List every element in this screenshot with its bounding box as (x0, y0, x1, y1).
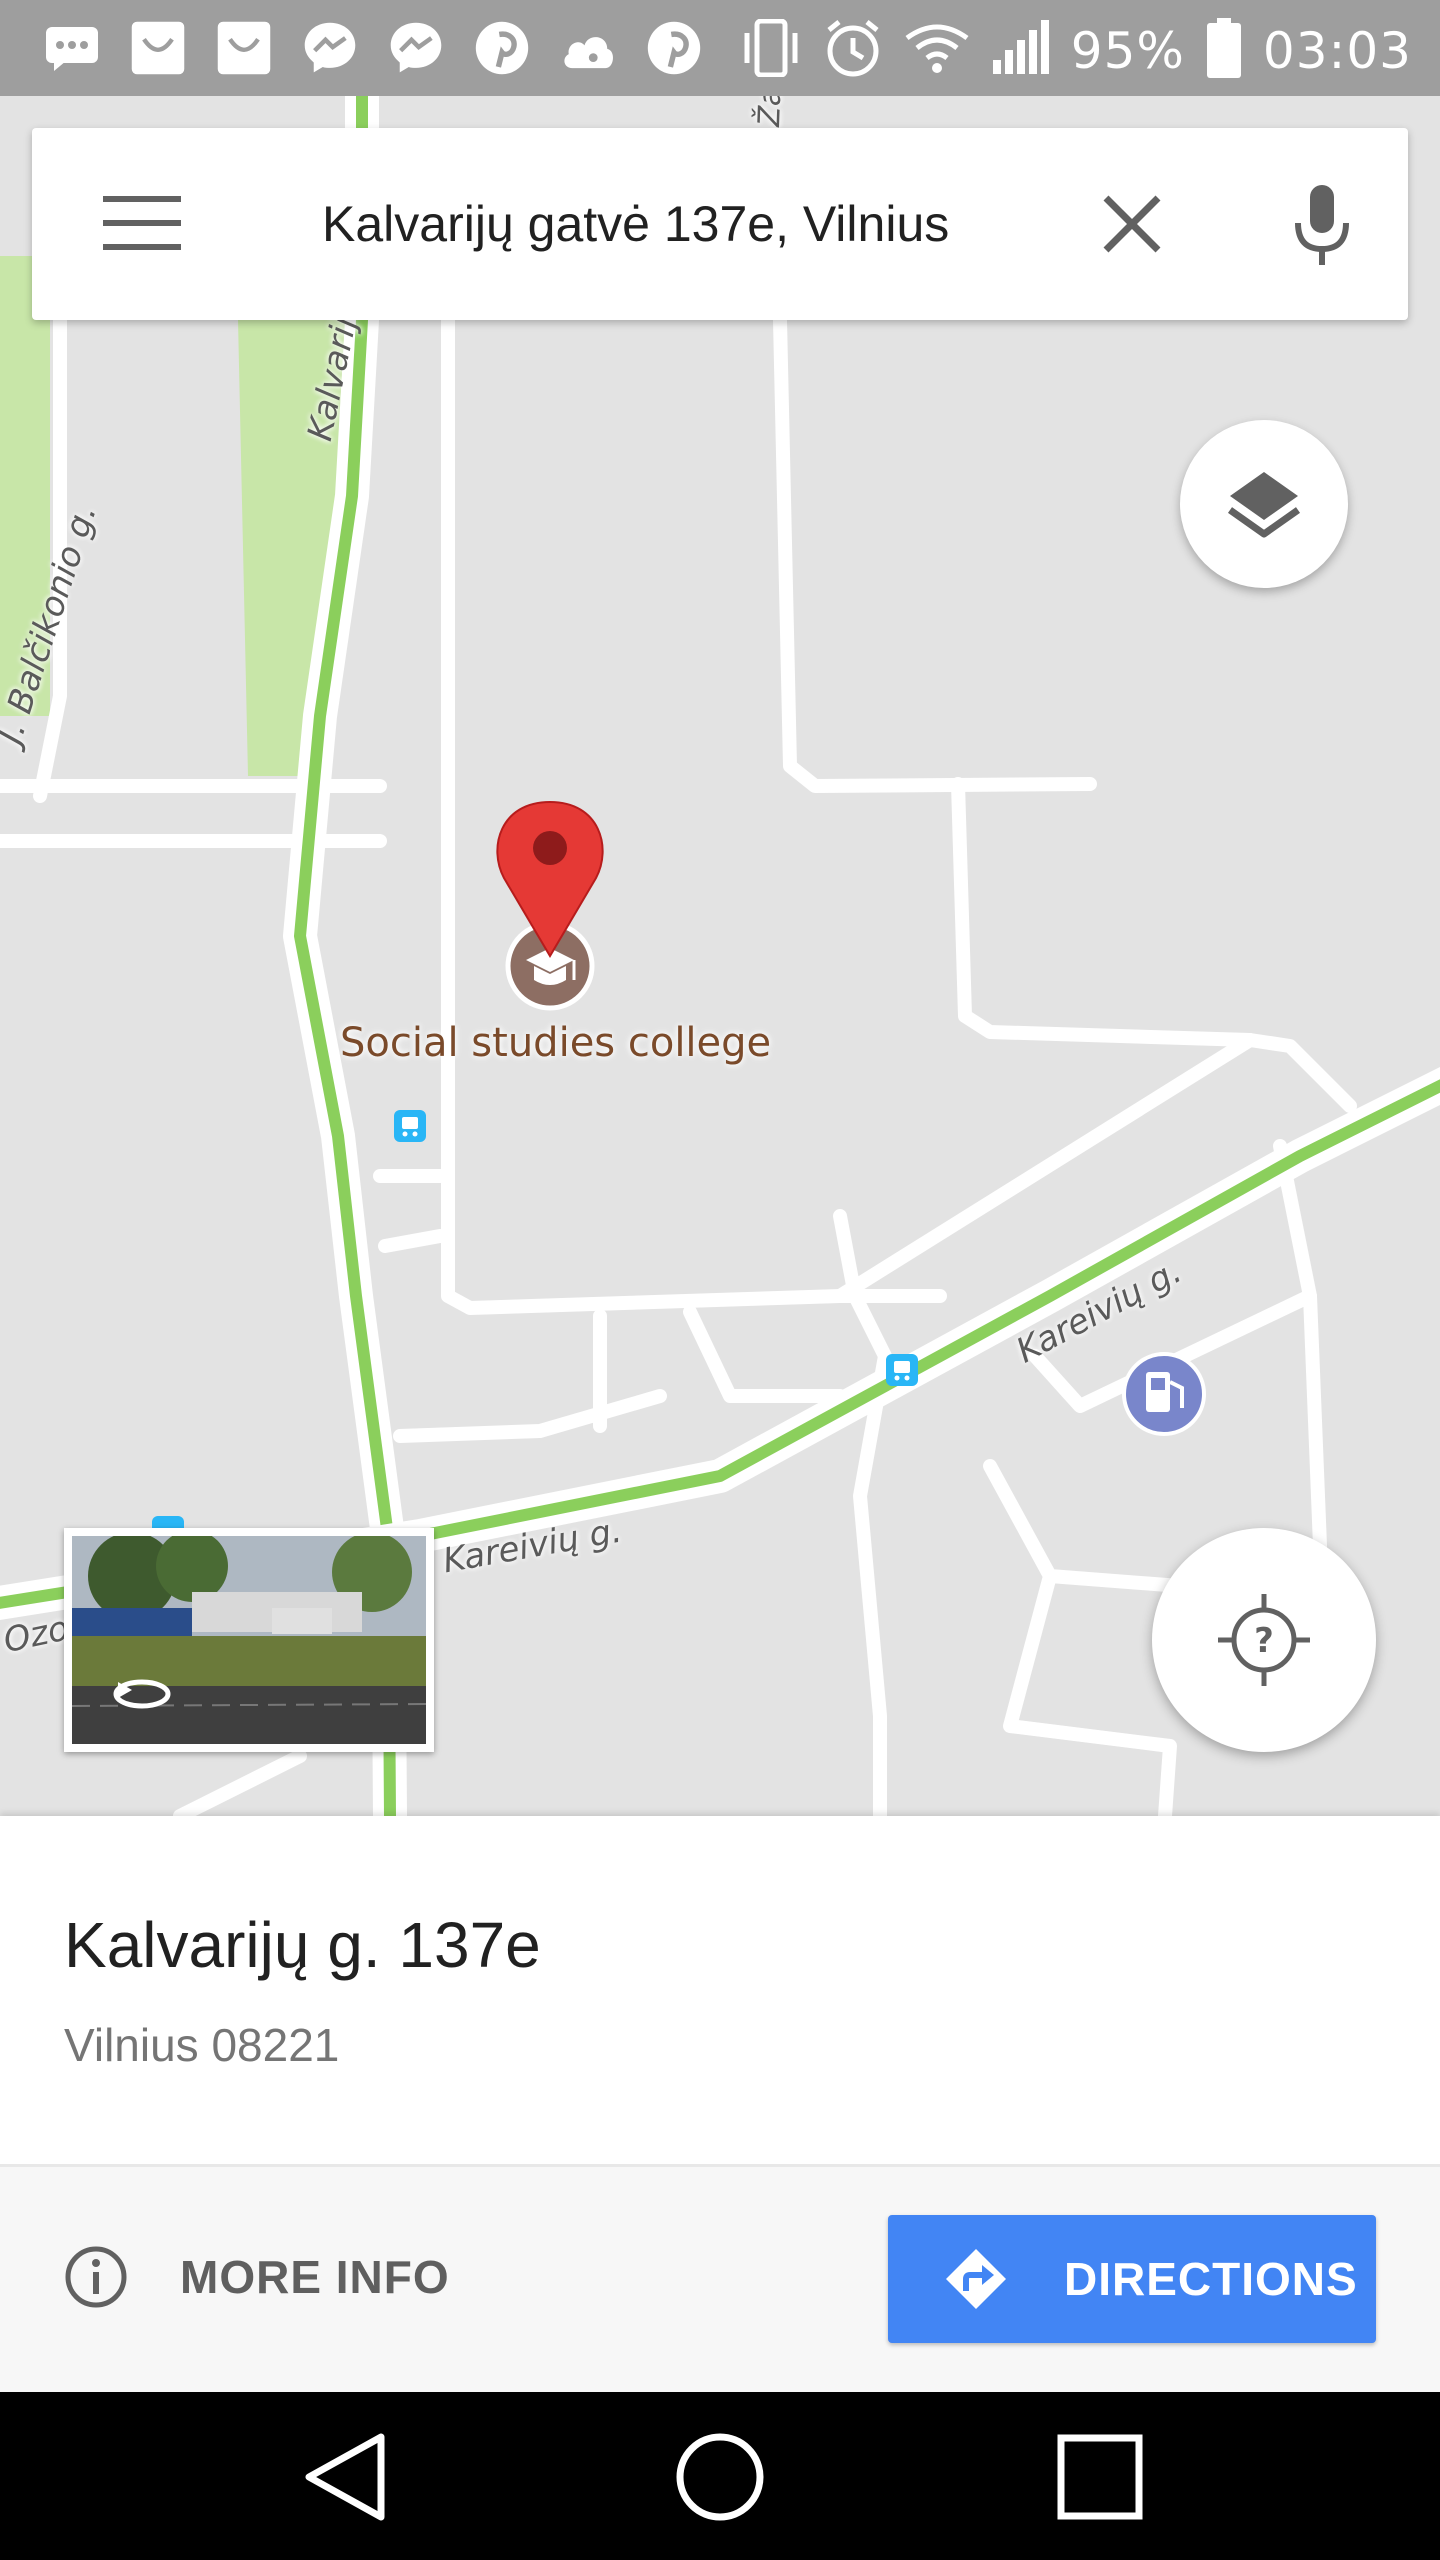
battery-percent: 95% (1070, 21, 1185, 80)
home-circle-icon (676, 2433, 764, 2521)
location-marker-icon[interactable] (496, 800, 604, 958)
directions-label: DIRECTIONS (1064, 2253, 1358, 2305)
messenger-icon (302, 20, 358, 76)
microphone-icon (1295, 185, 1349, 265)
wifi-icon (905, 22, 969, 79)
status-bar: 95% 03:03 (0, 0, 1440, 96)
bus-stop-icon[interactable] (394, 1110, 426, 1142)
more-info-button[interactable]: MORE INFO (64, 2245, 450, 2309)
back-button[interactable] (280, 2422, 410, 2532)
my-location-button[interactable]: ? (1152, 1528, 1376, 1752)
place-address: Kalvarijų g. 137e (64, 1909, 541, 1981)
bus-stop-icon[interactable] (886, 1354, 918, 1386)
layers-button[interactable] (1180, 420, 1348, 588)
cloud-icon (560, 20, 616, 76)
sms-icon (44, 20, 100, 76)
search-query[interactable]: Kalvarijų gatvė 137e, Vilnius (322, 128, 949, 320)
more-info-label: MORE INFO (180, 2251, 450, 2303)
recents-square-icon (1057, 2434, 1143, 2520)
recents-button[interactable] (1035, 2422, 1165, 2532)
directions-icon (946, 2249, 1006, 2309)
signal-icon (991, 20, 1049, 81)
smile-app-icon (130, 20, 186, 76)
location-unknown-icon: ? (1218, 1594, 1310, 1686)
pinterest-icon (646, 20, 702, 76)
place-label[interactable]: Social studies college (340, 1020, 771, 1066)
vibrate-icon (741, 18, 801, 82)
smile-app-icon (216, 20, 272, 76)
street-view-image (72, 1536, 426, 1744)
alarm-icon (823, 18, 883, 83)
clock: 03:03 (1262, 21, 1412, 80)
place-actions: MORE INFO DIRECTIONS (0, 2167, 1440, 2392)
voice-search-button[interactable] (1272, 170, 1372, 280)
road-label-zalgirio: Žalgirio g. (752, 96, 792, 127)
messenger-icon (388, 20, 444, 76)
clear-search-button[interactable] (1082, 174, 1182, 274)
home-button[interactable] (655, 2422, 785, 2532)
pinterest-icon (474, 20, 530, 76)
notification-icons (44, 20, 702, 76)
system-status: 95% 03:03 (741, 18, 1412, 83)
place-locality: Vilnius 08221 (64, 2019, 340, 2071)
search-box[interactable]: Kalvarijų gatvė 137e, Vilnius (32, 128, 1408, 320)
close-icon (1103, 195, 1161, 253)
navigation-bar (0, 2392, 1440, 2560)
layers-icon (1227, 472, 1301, 538)
menu-button[interactable] (92, 178, 192, 268)
battery-icon (1206, 18, 1241, 83)
svg-text:?: ? (1254, 1621, 1274, 1661)
back-triangle-icon (305, 2433, 385, 2521)
info-icon (65, 2246, 127, 2308)
directions-button[interactable]: DIRECTIONS (888, 2215, 1376, 2343)
gas-station-icon[interactable] (1122, 1352, 1206, 1436)
place-sheet[interactable]: Kalvarijų g. 137e Vilnius 08221 (0, 1816, 1440, 2164)
hamburger-menu-icon (103, 196, 181, 250)
street-view-thumbnail[interactable] (64, 1528, 434, 1752)
rotate-360-icon (113, 1679, 171, 1709)
